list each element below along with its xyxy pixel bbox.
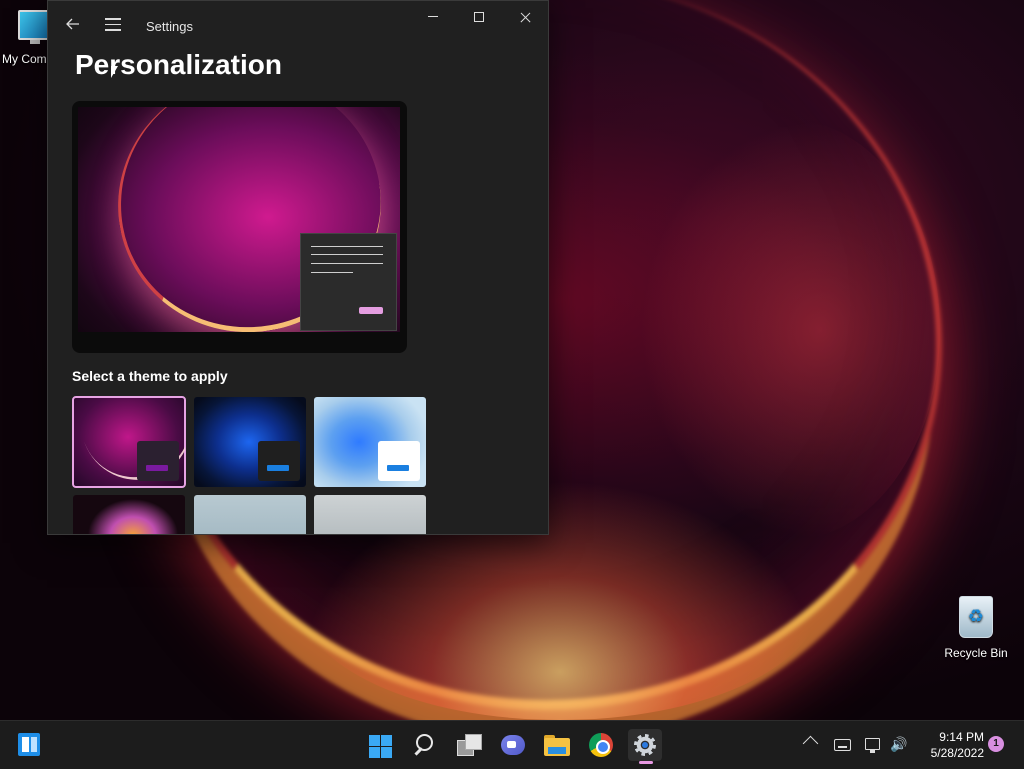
keyboard-icon[interactable] — [834, 739, 851, 751]
maximize-button[interactable] — [456, 1, 502, 33]
theme-thumbnail-glow[interactable] — [72, 396, 186, 488]
widgets-icon[interactable] — [14, 729, 48, 761]
close-button[interactable] — [502, 1, 548, 33]
settings-window: Settings Personalization Select a theme … — [47, 0, 549, 535]
section-label: Select a theme to apply — [72, 368, 228, 384]
hamburger-menu-icon[interactable] — [105, 18, 121, 31]
theme-mini-window — [258, 441, 300, 481]
preview-window — [300, 233, 397, 331]
theme-preview — [72, 101, 407, 353]
clock[interactable]: 9:14 PM 5/28/2022 — [912, 729, 984, 761]
preview-accent-button — [359, 307, 383, 314]
title-bar[interactable]: Settings — [48, 1, 548, 51]
active-indicator — [639, 761, 653, 764]
settings-icon[interactable] — [628, 729, 662, 764]
desktop-icon-label: Recycle Bin — [944, 646, 1008, 660]
back-arrow-icon[interactable] — [66, 17, 80, 31]
search-icon[interactable] — [408, 729, 442, 761]
page-title: Personalization — [75, 49, 282, 80]
file-explorer-icon[interactable] — [540, 729, 574, 761]
app-title: Settings — [146, 19, 193, 34]
desktop-icon-recycle-bin[interactable]: Recycle Bin — [940, 596, 1012, 660]
chrome-icon[interactable] — [584, 729, 618, 761]
volume-icon[interactable]: 🔊 — [890, 736, 910, 752]
recycle-bin-icon — [959, 596, 993, 638]
network-icon[interactable] — [865, 738, 880, 753]
mouse-cursor — [111, 66, 118, 78]
theme-thumbnail-bloom-dark[interactable] — [194, 397, 306, 487]
desktop-icon-my-computer[interactable]: My Com — [0, 10, 56, 66]
minimize-button[interactable] — [410, 1, 456, 33]
notification-badge[interactable]: 1 — [988, 736, 1004, 752]
start-icon[interactable] — [364, 729, 398, 761]
clock-time: 9:14 PM — [939, 730, 984, 744]
theme-thumbnail-grey-1[interactable] — [194, 495, 306, 534]
taskbar: 🔊 9:14 PM 5/28/2022 1 — [0, 720, 1024, 769]
chat-icon[interactable] — [496, 729, 530, 761]
theme-thumbnail-grey-2[interactable] — [314, 495, 426, 534]
desktop-icon-label: My Com — [2, 52, 47, 66]
theme-mini-window — [378, 441, 420, 481]
theme-thumbnail-flower[interactable] — [73, 495, 185, 534]
theme-mini-window — [137, 441, 179, 481]
clock-date: 5/28/2022 — [930, 746, 984, 760]
chevron-up-icon[interactable] — [802, 735, 819, 752]
task-view-icon[interactable] — [452, 729, 486, 761]
theme-thumbnail-bloom-light[interactable] — [314, 397, 426, 487]
